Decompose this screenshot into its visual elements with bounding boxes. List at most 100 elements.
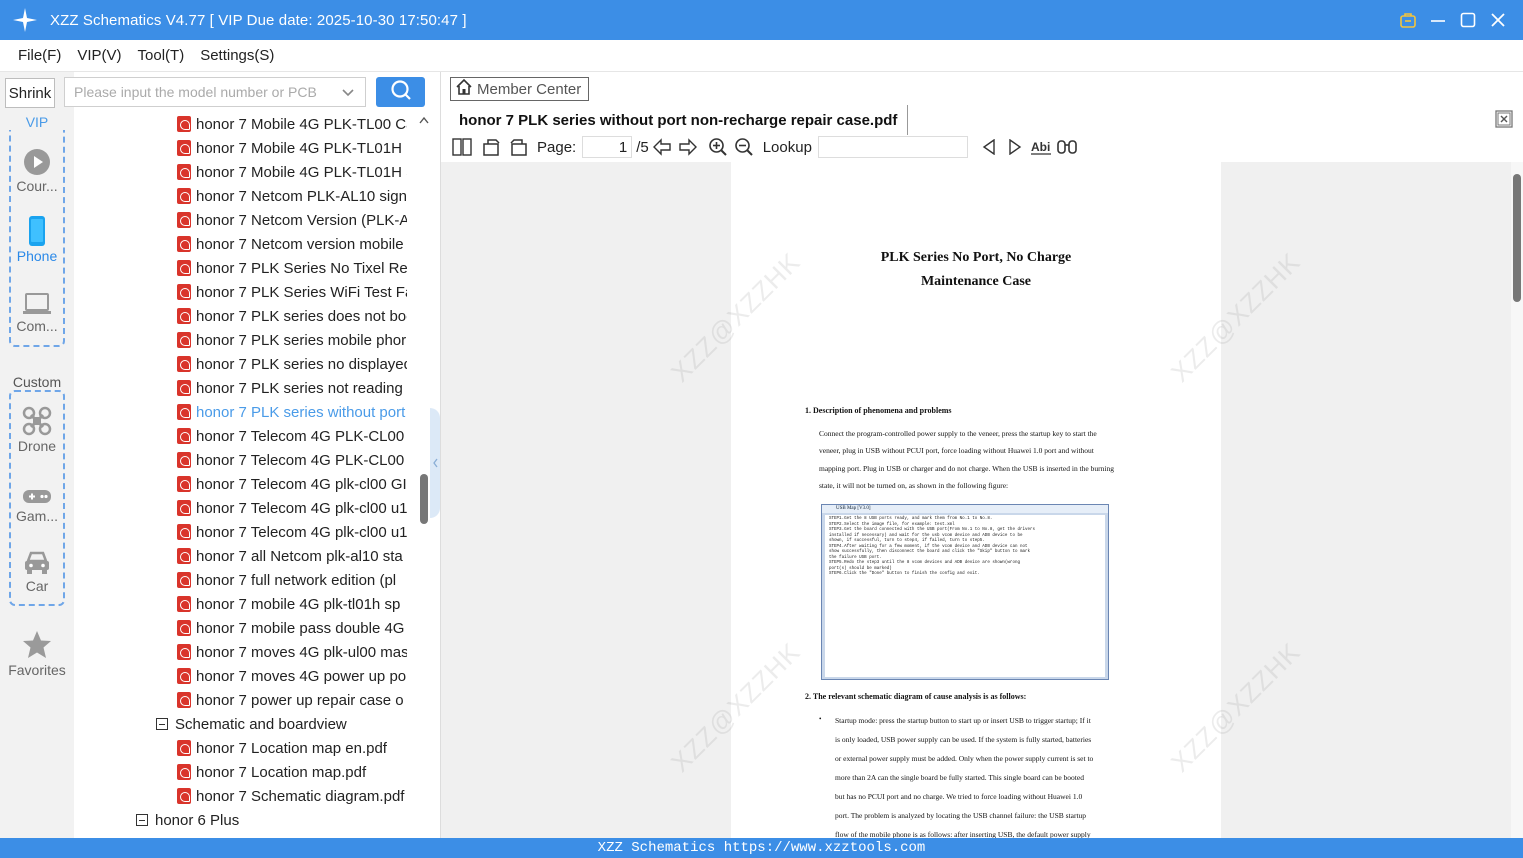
- doc-title-line2: Maintenance Case: [920, 274, 1032, 289]
- rotate-left-icon[interactable]: [479, 135, 505, 159]
- pdf-file-icon: [177, 356, 191, 372]
- tree-file-item[interactable]: honor 7 power up repair case o: [177, 688, 407, 712]
- zoom-in-icon[interactable]: [705, 135, 731, 159]
- search-button[interactable]: [376, 77, 425, 107]
- model-tree: honor 7 Mobile 4G PLK-TL00 Ca honor 7 Mob…: [74, 112, 430, 838]
- tree-folder-honor6plus[interactable]: honor 6 Plus: [136, 808, 239, 832]
- tree-file-item[interactable]: honor 7 Mobile 4G PLK-TL00 Ca: [177, 112, 407, 136]
- tree-scrollbar[interactable]: [418, 112, 430, 838]
- tree-file-item[interactable]: honor 7 Location map en.pdf: [177, 736, 407, 760]
- sidebar-item-favorites[interactable]: Favorites: [0, 628, 74, 678]
- find-previous-icon[interactable]: [976, 135, 1002, 159]
- tree-file-item[interactable]: honor 7 Telecom 4G plk-cl00 GI: [177, 472, 407, 496]
- tree-file-label: honor 7 Schematic diagram.pdf: [196, 787, 405, 805]
- vip-bag-icon[interactable]: [1393, 0, 1423, 40]
- tree-file-item[interactable]: honor 7 Netcom PLK-AL10 sign: [177, 184, 407, 208]
- sidebar-item-car[interactable]: Car: [0, 544, 74, 594]
- menu-bar: File(F) VIP(V) Tool(T) Settings(S): [0, 40, 1523, 72]
- prev-page-icon[interactable]: [649, 135, 675, 159]
- tree-file-item[interactable]: honor 7 Telecom 4G PLK-CL00 S: [177, 448, 407, 472]
- menu-file[interactable]: File(F): [10, 47, 69, 64]
- tree-folder-label: honor 6 Plus: [155, 811, 240, 829]
- tree-file-item[interactable]: honor 7 mobile pass double 4G: [177, 616, 407, 640]
- pdf-file-icon: [177, 620, 191, 636]
- sidebar-item-phone[interactable]: Phone: [0, 214, 74, 264]
- tree-file-item[interactable]: honor 7 Telecom 4G PLK-CL00 [: [177, 424, 407, 448]
- tree-file-item[interactable]: honor 7 PLK series not reading: [177, 376, 407, 400]
- tree-file-item[interactable]: honor 7 moves 4G power up po: [177, 664, 407, 688]
- next-page-icon[interactable]: [675, 135, 701, 159]
- sidebar-item-drone[interactable]: Drone: [0, 404, 74, 454]
- minimize-icon[interactable]: [1423, 0, 1453, 40]
- tree-file-item[interactable]: honor 7 all Netcom plk-al10 sta: [177, 544, 407, 568]
- member-center-button[interactable]: Member Center: [450, 77, 589, 101]
- tree-file-item[interactable]: honor 7 PLK series does not boo: [177, 304, 407, 328]
- collapse-toggle-icon[interactable]: [156, 718, 168, 730]
- document-scrollbar[interactable]: [1511, 162, 1523, 838]
- tree-file-item[interactable]: honor 7 Schematic diagram.pdf: [177, 784, 407, 808]
- doc-line: Connect the program-controlled power sup…: [819, 429, 1097, 438]
- tree-file-item[interactable]: honor 7 PLK series no displayed: [177, 352, 407, 376]
- sidebar-item-game[interactable]: Gam...: [0, 474, 74, 524]
- find-all-icon[interactable]: [1054, 135, 1080, 159]
- tree-file-label: honor 7 PLK series does not boo: [196, 307, 407, 325]
- tree-file-label: honor 7 Telecom 4G PLK-CL00 [: [196, 427, 407, 445]
- shrink-button[interactable]: Shrink: [5, 78, 55, 108]
- scroll-up-icon[interactable]: [419, 116, 429, 127]
- tree-file-label: honor 7 Telecom 4G plk-cl00 GI: [196, 475, 407, 493]
- tree-file-label: honor 7 PLK Series No Tixel Rep: [196, 259, 407, 277]
- chevron-down-icon[interactable]: [341, 86, 355, 103]
- tree-file-item[interactable]: honor 7 PLK Series No Tixel Rep: [177, 256, 407, 280]
- doc-line: mapping port. Plug in USB or charger and…: [819, 463, 1114, 473]
- tree-file-item[interactable]: honor 7 full network edition (pl: [177, 568, 407, 592]
- pdf-file-icon: [177, 284, 191, 300]
- star-icon: [0, 628, 74, 660]
- tree-file-item[interactable]: honor 7 moves 4G plk-ul00 mas: [177, 640, 407, 664]
- collapse-toggle-icon[interactable]: [136, 814, 148, 826]
- pdf-file-icon: [177, 404, 191, 420]
- doc-line: state, it will not be turned on, as show…: [819, 480, 1009, 490]
- tree-file-item[interactable]: honor 7 Location map.pdf: [177, 760, 407, 784]
- close-icon[interactable]: [1483, 0, 1513, 40]
- tree-file-item[interactable]: honor 7 PLK series mobile phor: [177, 328, 407, 352]
- tree-file-item[interactable]: honor 7 Telecom 4G plk-cl00 u1: [177, 520, 407, 544]
- page-number-input[interactable]: 1: [582, 136, 633, 158]
- search-input[interactable]: Please input the model number or PCB: [64, 77, 366, 107]
- pdf-page: PLK Series No Port, No Charge Maintenanc…: [731, 162, 1221, 838]
- lookup-input[interactable]: [817, 136, 968, 158]
- tree-file-item[interactable]: honor 7 PLK series without port: [177, 400, 407, 424]
- panel-collapse-handle[interactable]: [430, 408, 440, 518]
- menu-vip[interactable]: VIP(V): [69, 47, 129, 64]
- menu-tool[interactable]: Tool(T): [130, 47, 193, 64]
- document-tab-title: honor 7 PLK series without port non-rech…: [459, 111, 898, 129]
- zoom-out-icon[interactable]: [731, 135, 757, 159]
- tree-file-item[interactable]: honor 7 Netcom version mobile: [177, 232, 407, 256]
- menu-settings[interactable]: Settings(S): [192, 47, 282, 64]
- window-title: XZZ Schematics V4.77 [ VIP Due date: 202…: [50, 11, 467, 29]
- tree-folder-schematic[interactable]: Schematic and boardview: [156, 712, 347, 736]
- drone-icon: [0, 404, 74, 436]
- tree-file-item[interactable]: honor 7 Netcom Version (PLK-A: [177, 208, 407, 232]
- find-next-icon[interactable]: [1002, 135, 1028, 159]
- tree-file-item[interactable]: honor 7 Mobile 4G PLK-TL01H I: [177, 136, 407, 160]
- match-case-icon[interactable]: Abi: [1028, 135, 1054, 159]
- maximize-icon[interactable]: [1453, 0, 1483, 40]
- sidebar-item-courses[interactable]: Cour...: [0, 144, 74, 194]
- tree-file-item[interactable]: honor 7 Mobile 4G PLK-TL01H S: [177, 160, 407, 184]
- sidebar-item-computer[interactable]: Com...: [0, 284, 74, 334]
- tree-file-item[interactable]: honor 7 Telecom 4G plk-cl00 u1: [177, 496, 407, 520]
- doc-line: port. The problem is analyzed by locatin…: [835, 811, 1087, 820]
- rotate-right-icon[interactable]: [505, 135, 531, 159]
- close-document-icon[interactable]: [1495, 110, 1513, 133]
- tree-file-item[interactable]: honor 7 mobile 4G plk-tl01h sp: [177, 592, 407, 616]
- tree-file-item[interactable]: honor 7 PLK Series WiFi Test Fai: [177, 280, 407, 304]
- document-scroll-thumb[interactable]: [1513, 174, 1521, 302]
- dual-page-icon[interactable]: [449, 135, 475, 159]
- tree-file-label: honor 7 all Netcom plk-al10 sta: [196, 547, 403, 565]
- tree-file-label: honor 7 Mobile 4G PLK-TL01H S: [196, 163, 407, 181]
- tree-scroll-thumb[interactable]: [420, 474, 428, 524]
- document-tab[interactable]: honor 7 PLK series without port non-rech…: [449, 105, 909, 135]
- laptop-icon: [0, 284, 74, 316]
- tree-file-label: honor 7 Mobile 4G PLK-TL00 Ca: [196, 115, 407, 133]
- page-total: /5: [636, 138, 649, 156]
